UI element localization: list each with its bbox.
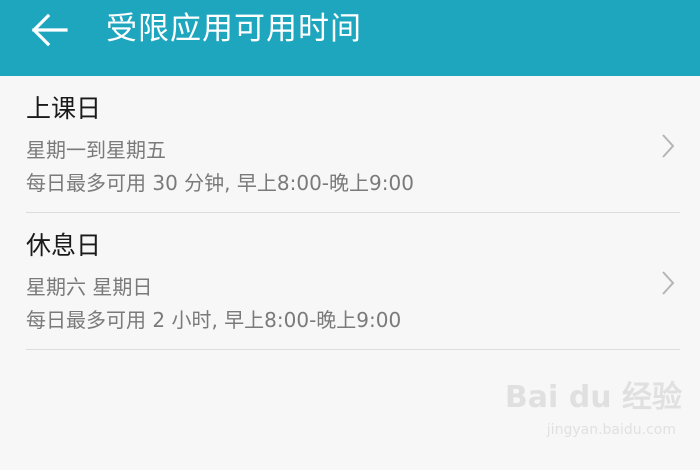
chevron-right-icon xyxy=(660,132,676,160)
divider xyxy=(26,349,680,350)
item-limit: 每日最多可用 2 小时, 早上8:00-晚上9:00 xyxy=(26,308,402,332)
watermark-url: jingyan.baidu.com xyxy=(546,422,676,438)
schedule-list: 上课日 星期一到星期五 每日最多可用 30 分钟, 早上8:00-晚上9:00 … xyxy=(0,76,700,350)
list-item-rest-days[interactable]: 休息日 星期六 星期日 每日最多可用 2 小时, 早上8:00-晚上9:00 xyxy=(0,213,700,350)
chevron-right-icon xyxy=(660,269,676,297)
item-days: 星期六 星期日 xyxy=(26,275,153,299)
item-title: 休息日 xyxy=(26,231,102,260)
app-bar: 受限应用可用时间 xyxy=(0,0,700,76)
page-title: 受限应用可用时间 xyxy=(106,11,362,47)
watermark: Bai du 经验 jingyan.baidu.com xyxy=(505,378,682,458)
item-limit: 每日最多可用 30 分钟, 早上8:00-晚上9:00 xyxy=(26,171,414,195)
item-days: 星期一到星期五 xyxy=(26,138,166,162)
back-button[interactable] xyxy=(26,10,74,50)
list-item-school-days[interactable]: 上课日 星期一到星期五 每日最多可用 30 分钟, 早上8:00-晚上9:00 xyxy=(0,76,700,213)
item-title: 上课日 xyxy=(26,94,102,123)
arrow-left-icon xyxy=(31,13,68,47)
watermark-brand: Bai du 经验 xyxy=(504,380,682,415)
